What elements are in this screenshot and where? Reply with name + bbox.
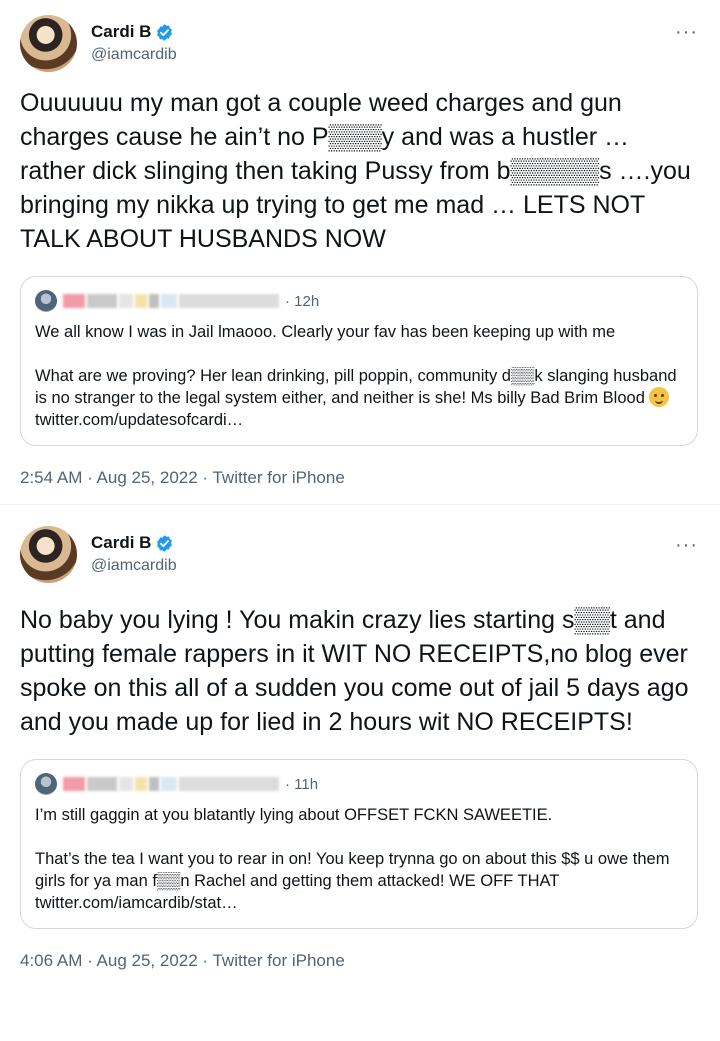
redacted-author bbox=[63, 293, 281, 309]
quote-text: I’m still gaggin at you blatantly lying … bbox=[35, 804, 683, 914]
quote-tweet[interactable]: · 11h I’m still gaggin at you blatantly … bbox=[20, 759, 698, 929]
redacted-author bbox=[63, 776, 281, 792]
tweet-timestamp[interactable]: 2:54 AM · Aug 25, 2022 · Twitter for iPh… bbox=[20, 446, 700, 504]
quote-text-para2: That’s the tea I want you to rear in on!… bbox=[35, 850, 670, 912]
quote-header: · 12h bbox=[35, 289, 683, 313]
sweat-smile-emoji-icon bbox=[649, 387, 670, 407]
display-name-row: Cardi B bbox=[91, 533, 177, 553]
avatar[interactable] bbox=[20, 525, 77, 583]
more-horizontal-icon[interactable]: ··· bbox=[675, 22, 698, 42]
quote-time[interactable]: · 12h bbox=[285, 293, 319, 310]
quote-text-line1: We all know I was in Jail lmaooo. Clearl… bbox=[35, 323, 616, 341]
tweet-text: No baby you lying ! You makin crazy lies… bbox=[20, 606, 689, 736]
author-names: Cardi B @iamcardib bbox=[91, 22, 177, 64]
quote-text-line1: I’m still gaggin at you blatantly lying … bbox=[35, 806, 553, 824]
quote-text-para2: What are we proving? Her lean drinking, … bbox=[35, 367, 677, 407]
tweet-timestamp[interactable]: 4:06 AM · Aug 25, 2022 · Twitter for iPh… bbox=[20, 929, 700, 987]
quote-link[interactable]: twitter.com/updatesofcardi… bbox=[35, 411, 243, 429]
tweet-header: Cardi B @iamcardib bbox=[20, 0, 700, 86]
quote-avatar[interactable] bbox=[35, 773, 57, 795]
tweet-text: Ouuuuuu my man got a couple weed charges… bbox=[20, 89, 691, 253]
tweet-1[interactable]: Cardi B @iamcardib ··· Ouuuuuu my man go… bbox=[0, 0, 720, 504]
quote-tweet[interactable]: · 12h We all know I was in Jail lmaooo. … bbox=[20, 276, 698, 446]
display-name[interactable]: Cardi B bbox=[91, 22, 151, 42]
avatar[interactable] bbox=[20, 14, 77, 72]
tweet-header: Cardi B @iamcardib bbox=[20, 505, 700, 603]
handle[interactable]: @iamcardib bbox=[91, 46, 177, 64]
quote-time[interactable]: · 11h bbox=[285, 776, 318, 793]
verified-badge-icon bbox=[155, 534, 174, 553]
quote-text: We all know I was in Jail lmaooo. Clearl… bbox=[35, 321, 683, 431]
display-name[interactable]: Cardi B bbox=[91, 533, 151, 553]
quote-avatar[interactable] bbox=[35, 290, 57, 312]
more-horizontal-icon[interactable]: ··· bbox=[675, 535, 698, 555]
handle[interactable]: @iamcardib bbox=[91, 557, 177, 575]
quote-header: · 11h bbox=[35, 772, 683, 796]
author-names: Cardi B @iamcardib bbox=[91, 533, 177, 575]
display-name-row: Cardi B bbox=[91, 22, 177, 42]
tweet-2[interactable]: Cardi B @iamcardib ··· No baby you lying… bbox=[0, 505, 720, 987]
verified-badge-icon bbox=[155, 23, 174, 42]
